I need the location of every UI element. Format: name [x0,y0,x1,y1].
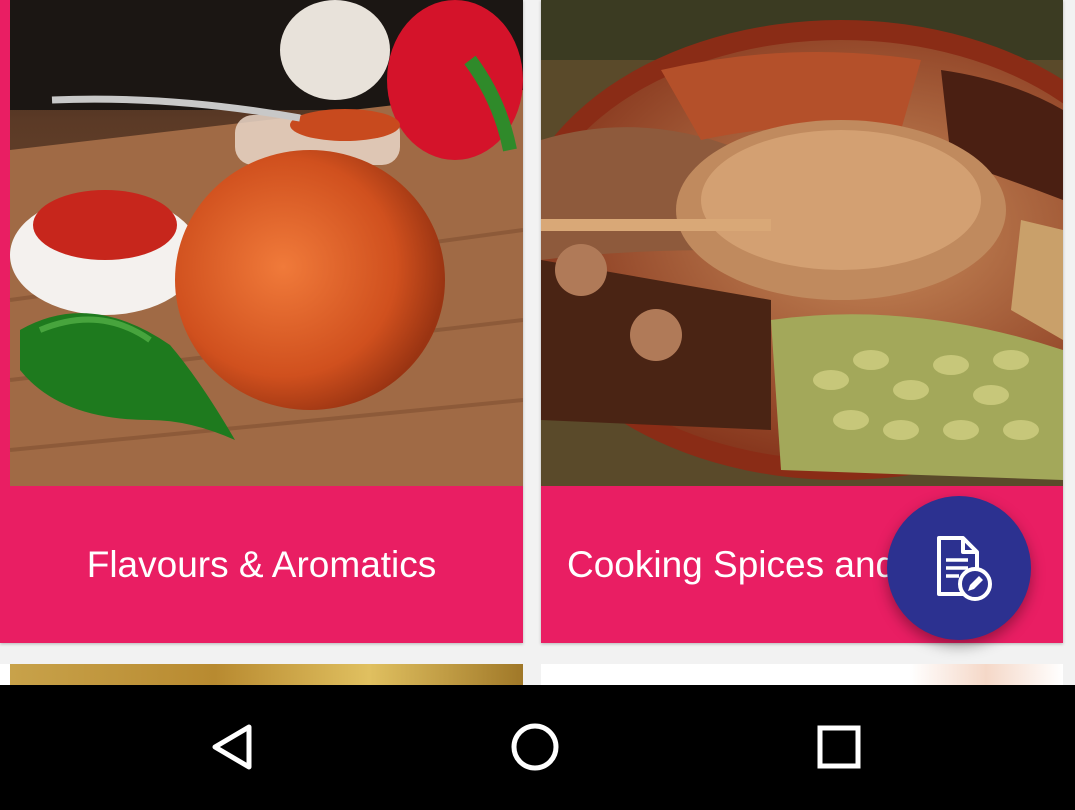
edit-document-icon [937,536,992,601]
category-card-flavours[interactable]: Flavours & Aromatics [0,0,523,643]
card-image-hot-sauce [0,0,523,486]
edit-document-fab[interactable] [887,496,1031,640]
back-button[interactable] [192,707,272,787]
card-image-spice-platter [541,0,1063,486]
back-triangle-icon [212,724,252,770]
home-circle-icon [511,723,559,771]
home-button[interactable] [495,707,575,787]
recent-apps-square-icon [817,725,861,769]
recent-apps-button[interactable] [799,707,879,787]
card-title: Flavours & Aromatics [0,486,523,643]
system-navigation-bar [0,685,1075,810]
